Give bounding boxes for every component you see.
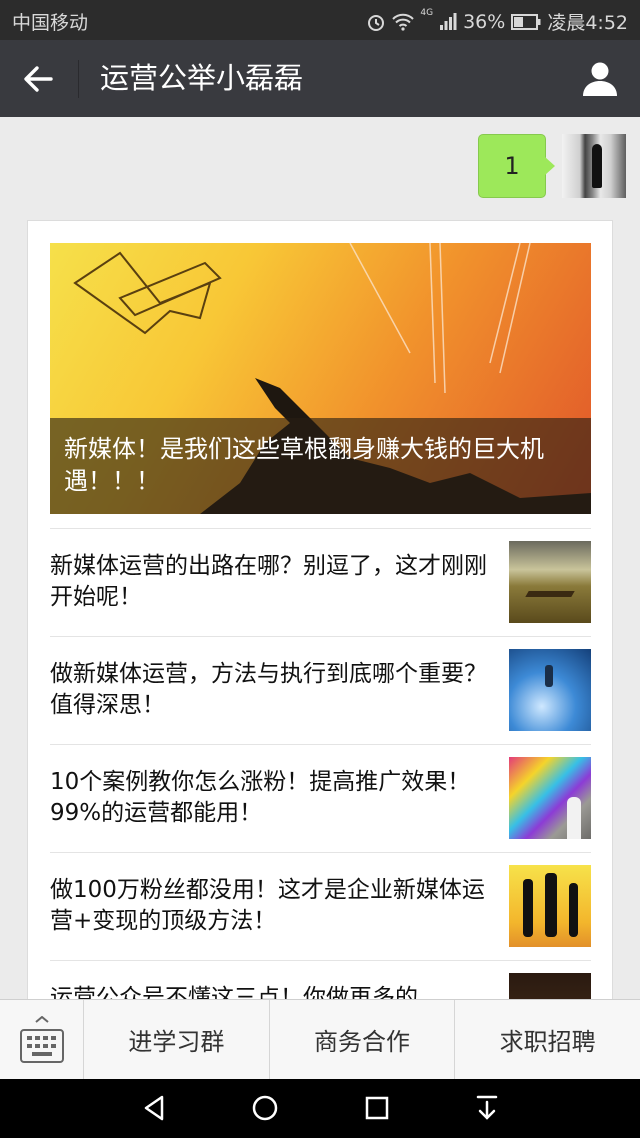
recents-square-icon[interactable] — [362, 1093, 392, 1123]
keyboard-icon — [20, 1015, 64, 1068]
home-circle-icon[interactable] — [250, 1093, 280, 1123]
article-thumbnail — [509, 865, 591, 947]
list-item[interactable]: 做新媒体运营，方法与执行到底哪个重要？值得深思！ — [50, 636, 591, 744]
carrier-label: 中国移动 — [12, 12, 89, 34]
list-item[interactable]: 做100万粉丝都没用！这才是企业新媒体运营+变现的顶级方法！ — [50, 852, 591, 960]
arrow-left-icon[interactable] — [18, 58, 60, 100]
battery-percent: 36% — [463, 10, 506, 33]
clock-label: 凌晨4:52 — [547, 12, 628, 34]
status-bar: 中国移动 4G 36% 凌晨4:52 — [0, 0, 640, 40]
article-title: 新媒体运营的出路在哪？别逗了，这才刚刚开始呢！ — [50, 553, 487, 610]
notification-pull-icon[interactable] — [472, 1093, 502, 1123]
list-item[interactable]: 10个案例教你怎么涨粉！提高推广效果！99%的运营都能用！ — [50, 744, 591, 852]
message-text: 1 — [504, 152, 520, 180]
hero-caption: 新媒体！是我们这些草根翻身赚大钱的巨大机遇！！！ — [50, 418, 591, 514]
battery-icon — [511, 13, 541, 30]
article-card: 新媒体！是我们这些草根翻身赚大钱的巨大机遇！！！ 新媒体运营的出路在哪？别逗了，… — [27, 220, 613, 1020]
list-item[interactable]: 新媒体运营的出路在哪？别逗了，这才刚刚开始呢！ — [50, 528, 591, 636]
avatar-person-figure — [592, 144, 602, 188]
bottom-menu: 进学习群 商务合作 求职招聘 — [0, 999, 640, 1079]
avatar[interactable] — [562, 134, 626, 198]
article-title: 做100万粉丝都没用！这才是企业新媒体运营+变现的顶级方法！ — [50, 877, 485, 934]
status-icons: 4G 36% 凌晨4:52 — [366, 8, 628, 35]
menu-join-study-group[interactable]: 进学习群 — [84, 1000, 270, 1079]
chat-title: 运营公举小磊磊 — [100, 61, 304, 95]
title-bar: 运营公举小磊磊 — [0, 40, 640, 117]
article-thumbnail — [509, 649, 591, 731]
title-divider — [78, 60, 79, 98]
back-triangle-icon[interactable] — [140, 1093, 170, 1123]
keyboard-toggle-button[interactable] — [0, 1000, 84, 1079]
wifi-icon — [392, 13, 415, 31]
sent-message-bubble[interactable]: 1 — [478, 134, 555, 198]
signal-icon — [439, 12, 457, 31]
menu-business-cooperation[interactable]: 商务合作 — [270, 1000, 456, 1079]
menu-job-recruitment[interactable]: 求职招聘 — [455, 1000, 640, 1079]
article-thumbnail — [509, 757, 591, 839]
network-type-label: 4G — [420, 8, 434, 18]
system-navigation-bar — [0, 1079, 640, 1138]
hero-title: 新媒体！是我们这些草根翻身赚大钱的巨大机遇！！！ — [64, 435, 544, 495]
alarm-icon — [366, 12, 386, 32]
article-thumbnail — [509, 541, 591, 623]
hero-article[interactable]: 新媒体！是我们这些草根翻身赚大钱的巨大机遇！！！ — [50, 243, 591, 514]
article-title: 10个案例教你怎么涨粉！提高推广效果！99%的运营都能用！ — [50, 769, 471, 826]
user-icon[interactable] — [580, 58, 620, 98]
article-title: 做新媒体运营，方法与执行到底哪个重要？值得深思！ — [50, 661, 487, 718]
